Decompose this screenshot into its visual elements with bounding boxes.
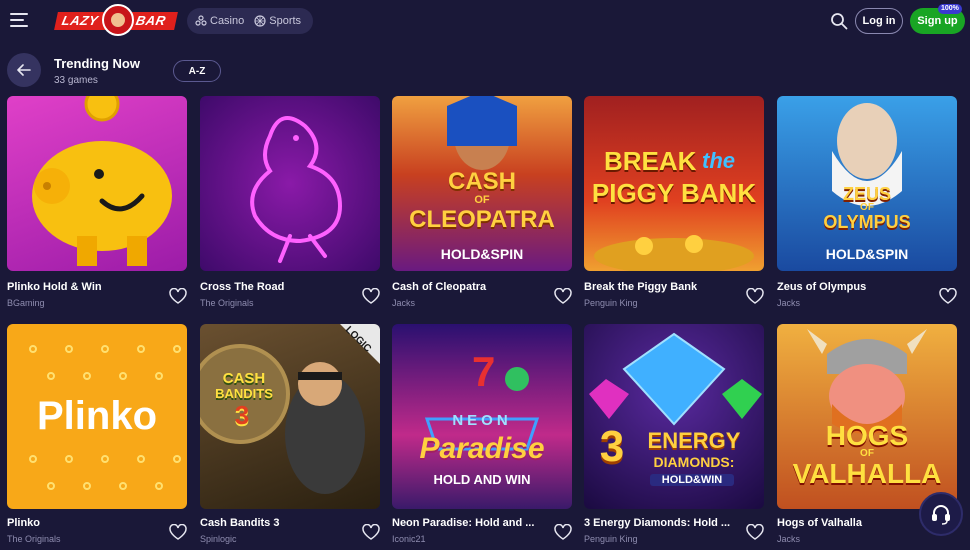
game-thumbnail: 3 ENERGY DIAMONDS: HOLD&WIN — [584, 324, 764, 509]
svg-text:7: 7 — [472, 348, 495, 395]
search-icon[interactable] — [830, 12, 848, 30]
game-title: Hogs of Valhalla — [777, 517, 862, 529]
game-card[interactable]: Plinko Plinko The Originals — [7, 324, 187, 550]
signup-bonus-badge: 100% — [938, 4, 962, 14]
game-art-text: BANDITS — [215, 386, 273, 401]
game-thumbnail: 7 NEON Paradise HOLD AND WIN — [392, 324, 572, 509]
favorite-heart-icon[interactable] — [939, 288, 957, 304]
game-art-text: CASH — [222, 370, 266, 387]
game-provider: Jacks — [392, 298, 416, 308]
game-card[interactable]: ZEUS OF OLYMPUS HOLD&SPIN Zeus of Olympu… — [777, 96, 957, 311]
game-grid: Plinko Hold & Win BGaming Cross The Road… — [0, 96, 970, 550]
logo-mascot-icon — [102, 4, 134, 36]
nav-sports[interactable]: Sports — [254, 15, 301, 27]
game-art-text: VALHALLA — [792, 458, 942, 489]
game-art-text: the — [702, 148, 735, 173]
game-card[interactable]: CASH OF CLEOPATRA HOLD&SPIN Cash of Cleo… — [392, 96, 572, 311]
arrow-left-icon — [17, 64, 31, 76]
nav-casino-label: Casino — [210, 15, 245, 27]
game-thumbnail — [200, 96, 380, 271]
game-provider: Penguin King — [584, 298, 638, 308]
section-header: Trending Now 33 games A-Z — [0, 50, 970, 94]
game-thumbnail: Plinko — [7, 324, 187, 509]
favorite-heart-icon[interactable] — [169, 288, 187, 304]
game-card[interactable]: BREAK the PIGGY BANK Break the Piggy Ban… — [584, 96, 764, 311]
game-title: Plinko — [7, 517, 41, 529]
nav-casino[interactable]: Casino — [195, 15, 244, 27]
game-art-text: 3 — [234, 400, 250, 430]
game-provider: BGaming — [7, 298, 45, 308]
game-art-text: HOLD&SPIN — [440, 246, 524, 262]
game-provider: Jacks — [777, 298, 801, 308]
game-provider: Iconic21 — [392, 534, 426, 544]
game-art-text: HOLD&WIN — [650, 474, 734, 486]
gold-coins-art — [594, 235, 754, 271]
game-art-text: HOLD&SPIN — [825, 246, 909, 262]
game-art-text: BREAK — [604, 146, 697, 176]
page-title: Trending Now — [54, 56, 140, 71]
game-thumbnail: CASH OF CLEOPATRA HOLD&SPIN — [392, 96, 572, 271]
piggy-bank-art — [32, 96, 172, 266]
game-art-text: ENERGY — [647, 428, 741, 453]
favorite-heart-icon[interactable] — [362, 524, 380, 540]
game-thumbnail — [7, 96, 187, 271]
sports-ball-icon — [254, 15, 266, 27]
game-card[interactable]: Plinko Hold & Win BGaming — [7, 96, 187, 311]
logo-text-right: BAR — [128, 12, 178, 30]
main-nav: Casino Sports — [187, 8, 313, 34]
favorite-heart-icon[interactable] — [362, 288, 380, 304]
hamburger-menu-icon[interactable] — [10, 13, 28, 29]
game-provider: Penguin King — [584, 534, 638, 544]
game-art-text: PIGGY BANK — [591, 178, 757, 208]
game-art-text: CLEOPATRA — [409, 206, 555, 233]
game-provider: The Originals — [7, 534, 61, 544]
favorite-heart-icon[interactable] — [169, 524, 187, 540]
game-card[interactable]: Cross The Road The Originals — [200, 96, 380, 311]
favorite-heart-icon[interactable] — [554, 288, 572, 304]
game-title: 3 Energy Diamonds: Hold ... — [584, 517, 731, 529]
game-art-text: OF — [474, 194, 490, 206]
game-title: Zeus of Olympus — [777, 281, 867, 293]
favorite-heart-icon[interactable] — [554, 524, 572, 540]
game-title: Plinko Hold & Win — [7, 281, 102, 293]
neon-chicken-art — [250, 116, 343, 263]
back-button[interactable] — [7, 53, 41, 87]
favorite-heart-icon[interactable] — [746, 288, 764, 304]
casino-icon — [195, 15, 207, 26]
headset-icon — [932, 505, 950, 525]
game-provider: The Originals — [200, 298, 254, 308]
game-provider: Spinlogic — [200, 534, 237, 544]
game-art-text: OLYMPUS — [823, 212, 911, 232]
game-title: Break the Piggy Bank — [584, 281, 698, 293]
game-art-text: DIAMONDS: — [653, 454, 735, 470]
favorite-heart-icon[interactable] — [746, 524, 764, 540]
game-title: Cross The Road — [200, 281, 285, 293]
sort-az-button[interactable]: A-Z — [173, 60, 221, 82]
game-provider: Jacks — [777, 534, 801, 544]
game-card[interactable]: 7 NEON Paradise HOLD AND WIN Neon Paradi… — [392, 324, 572, 550]
game-art-text: Plinko — [36, 394, 158, 438]
game-card[interactable]: 3 ENERGY DIAMONDS: HOLD&WIN 3 Energy Dia… — [584, 324, 764, 550]
game-thumbnail: HOGS OF VALHALLA — [777, 324, 957, 509]
game-title: Neon Paradise: Hold and ... — [392, 517, 535, 529]
login-button[interactable]: Log in — [855, 8, 903, 34]
support-chat-button[interactable] — [919, 492, 963, 536]
game-thumbnail: ZEUS OF OLYMPUS HOLD&SPIN — [777, 96, 957, 271]
game-art-text: CASH — [447, 168, 516, 195]
game-thumbnail: BREAK the PIGGY BANK — [584, 96, 764, 271]
top-bar: LAZY BAR Casino Sports Log in Sign up 10… — [0, 0, 970, 42]
site-logo[interactable]: LAZY BAR — [54, 4, 178, 36]
game-art-text: Paradise — [419, 432, 545, 465]
game-title: Cash Bandits 3 — [200, 517, 280, 529]
game-art-text: NEON — [452, 412, 512, 429]
nav-sports-label: Sports — [269, 15, 302, 27]
game-card[interactable]: CASH BANDITS 3 LOGIC Cash Bandits 3 Spin… — [200, 324, 380, 550]
game-title: Cash of Cleopatra — [392, 281, 487, 293]
game-thumbnail: CASH BANDITS 3 LOGIC — [200, 324, 380, 509]
game-art-text: HOLD AND WIN — [433, 472, 531, 487]
game-count: 33 games — [54, 75, 98, 86]
